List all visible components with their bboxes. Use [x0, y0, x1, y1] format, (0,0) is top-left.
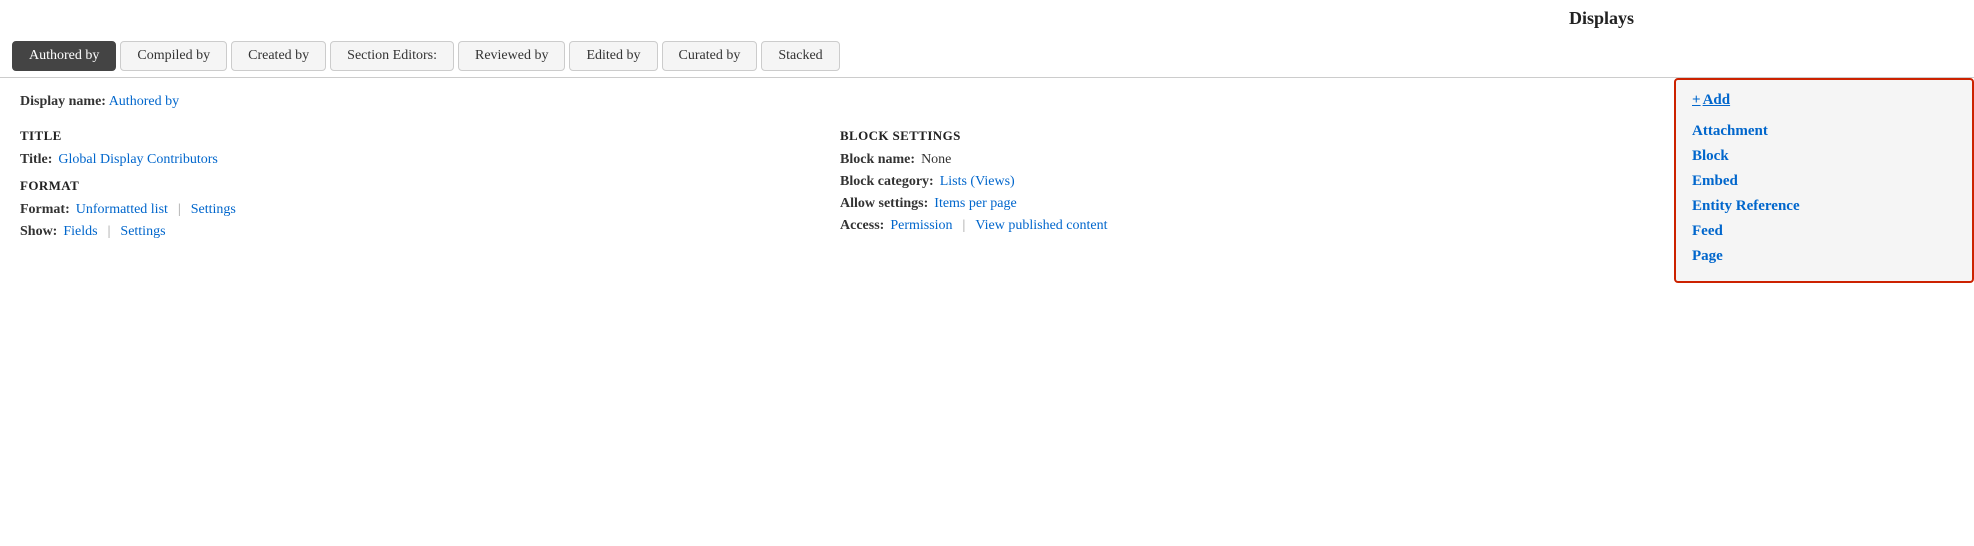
display-name-label: Display name: [20, 94, 106, 109]
page-title: Displays [1569, 8, 1634, 28]
tab-edited-by[interactable]: Edited by [569, 41, 657, 71]
format-separator: | [178, 202, 181, 218]
tab-stacked[interactable]: Stacked [761, 41, 839, 71]
show-label: Show: [20, 224, 57, 240]
block-settings-heading: BLOCK SETTINGS [840, 128, 1620, 144]
block-category-value[interactable]: Lists (Views) [940, 174, 1015, 190]
access-link[interactable]: View published content [975, 218, 1107, 234]
tab-bar: Authored by Compiled by Created by Secti… [0, 35, 1974, 78]
add-button[interactable]: +Add [1692, 92, 1956, 109]
title-field-label: Title: [20, 152, 52, 168]
allow-settings-label: Allow settings: [840, 196, 928, 212]
two-column-layout: TITLE Title: Global Display Contributors… [20, 128, 1954, 246]
display-name-bar: Display name: Authored by [20, 94, 1954, 110]
access-label: Access: [840, 218, 884, 234]
dropdown-item-block[interactable]: Block [1692, 144, 1956, 169]
block-name-label: Block name: [840, 152, 915, 168]
page-wrapper: Displays Authored by Compiled by Created… [0, 0, 1974, 546]
title-field-value[interactable]: Global Display Contributors [58, 152, 217, 168]
access-separator: | [963, 218, 966, 234]
access-value[interactable]: Permission [890, 218, 952, 234]
access-row: Access: Permission | View published cont… [840, 218, 1620, 234]
left-panel: TITLE Title: Global Display Contributors… [20, 128, 800, 246]
tab-authored-by[interactable]: Authored by [12, 41, 116, 71]
show-value[interactable]: Fields [63, 224, 97, 240]
tab-reviewed-by[interactable]: Reviewed by [458, 41, 565, 71]
dropdown-item-feed[interactable]: Feed [1692, 219, 1956, 244]
right-panel: BLOCK SETTINGS Block name: None Block ca… [840, 128, 1620, 246]
dropdown-menu: +Add Attachment Block Embed Entity Refer… [1674, 78, 1974, 283]
dropdown-item-entity-reference[interactable]: Entity Reference [1692, 194, 1956, 219]
display-name-value[interactable]: Authored by [109, 94, 179, 109]
allow-settings-row: Allow settings: Items per page [840, 196, 1620, 212]
dropdown-item-page[interactable]: Page [1692, 244, 1956, 269]
format-settings-link[interactable]: Settings [191, 202, 236, 218]
show-field-row: Show: Fields | Settings [20, 224, 800, 240]
add-label: Add [1703, 92, 1731, 108]
tab-curated-by[interactable]: Curated by [662, 41, 758, 71]
displays-header: Displays [0, 0, 1974, 35]
block-category-label: Block category: [840, 174, 934, 190]
main-content: Display name: Authored by TITLE Title: G… [0, 78, 1974, 262]
tab-compiled-by[interactable]: Compiled by [120, 41, 227, 71]
tab-section-editors[interactable]: Section Editors: [330, 41, 454, 71]
dropdown-item-embed[interactable]: Embed [1692, 169, 1956, 194]
show-settings-link[interactable]: Settings [120, 224, 165, 240]
format-label: Format: [20, 202, 70, 218]
title-field-row: Title: Global Display Contributors [20, 152, 800, 168]
block-name-value: None [921, 152, 951, 168]
block-name-row: Block name: None [840, 152, 1620, 168]
title-section-heading: TITLE [20, 128, 800, 144]
block-category-row: Block category: Lists (Views) [840, 174, 1620, 190]
show-separator: | [108, 224, 111, 240]
allow-settings-value[interactable]: Items per page [934, 196, 1016, 212]
plus-icon: + [1692, 92, 1701, 108]
format-value[interactable]: Unformatted list [76, 202, 168, 218]
format-field-row: Format: Unformatted list | Settings [20, 202, 800, 218]
format-section-heading: FORMAT [20, 178, 800, 194]
tab-created-by[interactable]: Created by [231, 41, 326, 71]
dropdown-item-attachment[interactable]: Attachment [1692, 119, 1956, 144]
